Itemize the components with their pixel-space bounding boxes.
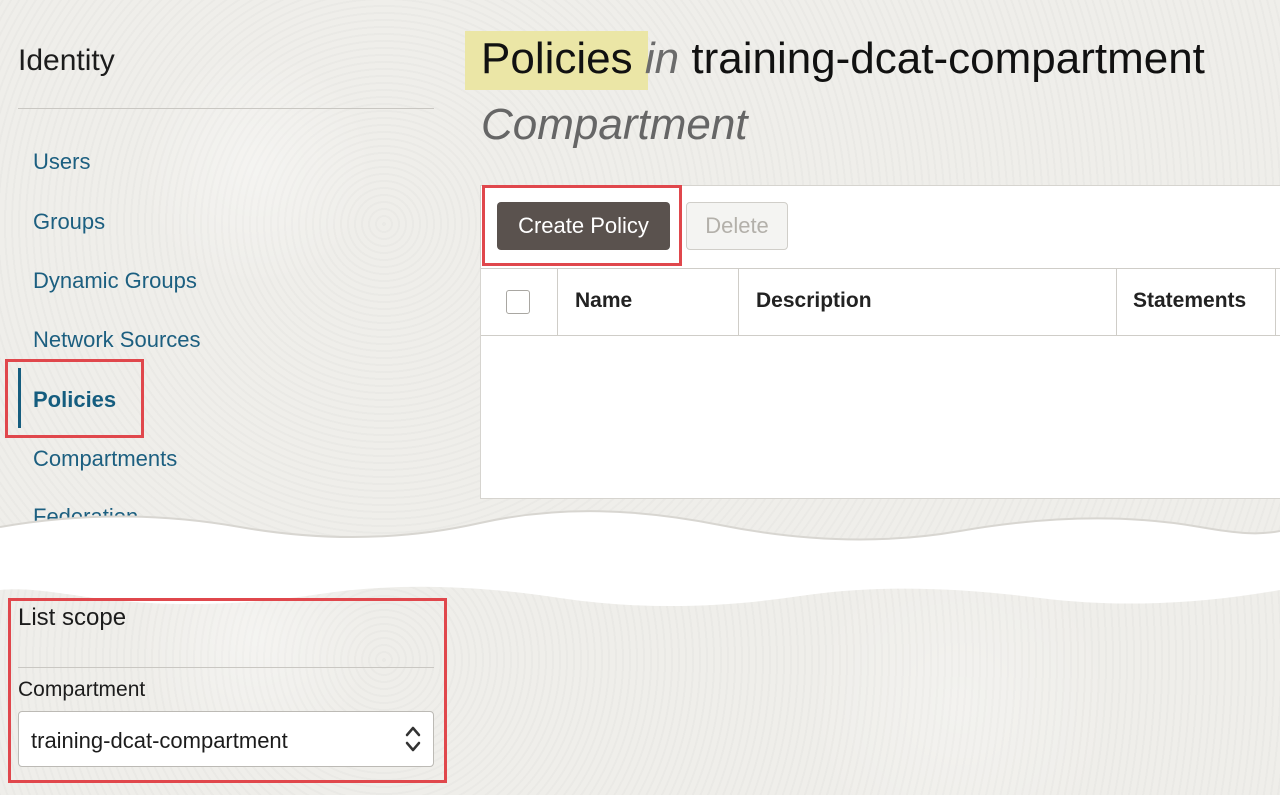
column-header-statements[interactable]: Statements	[1133, 289, 1246, 313]
delete-button[interactable]: Delete	[686, 202, 788, 250]
column-separator	[557, 269, 558, 335]
sidebar-title: Identity	[18, 44, 115, 77]
select-all-checkbox[interactable]	[506, 290, 530, 314]
sidebar-item-groups[interactable]: Groups	[33, 209, 105, 235]
column-separator	[738, 269, 739, 335]
annotation-highlight-list-scope	[8, 598, 447, 783]
annotation-highlight-create-policy	[482, 185, 682, 266]
page-title-compartment: training-dcat-compartment	[691, 34, 1205, 83]
table-header: Name Description Statements	[481, 268, 1280, 336]
sidebar-item-dynamic-groups[interactable]: Dynamic Groups	[33, 268, 197, 294]
sidebar-item-compartments[interactable]: Compartments	[33, 446, 177, 472]
page-title-in: in	[644, 34, 680, 83]
annotation-highlight-policies	[5, 359, 144, 438]
column-separator	[1275, 269, 1276, 335]
torn-edge-top	[0, 510, 1280, 560]
column-header-name[interactable]: Name	[575, 289, 632, 313]
page-subtitle: Compartment	[481, 100, 748, 149]
sidebar-item-network-sources[interactable]: Network Sources	[33, 327, 201, 353]
page-title-main: Policies	[481, 34, 633, 83]
sidebar-item-users[interactable]: Users	[33, 149, 90, 175]
page-title: Policies in training-dcat-compartment	[481, 34, 1205, 84]
sidebar-divider	[18, 108, 434, 109]
top-screenshot-panel: Identity Users Groups Dynamic Groups Net…	[0, 0, 1280, 560]
column-separator	[1116, 269, 1117, 335]
column-header-description[interactable]: Description	[756, 289, 872, 313]
